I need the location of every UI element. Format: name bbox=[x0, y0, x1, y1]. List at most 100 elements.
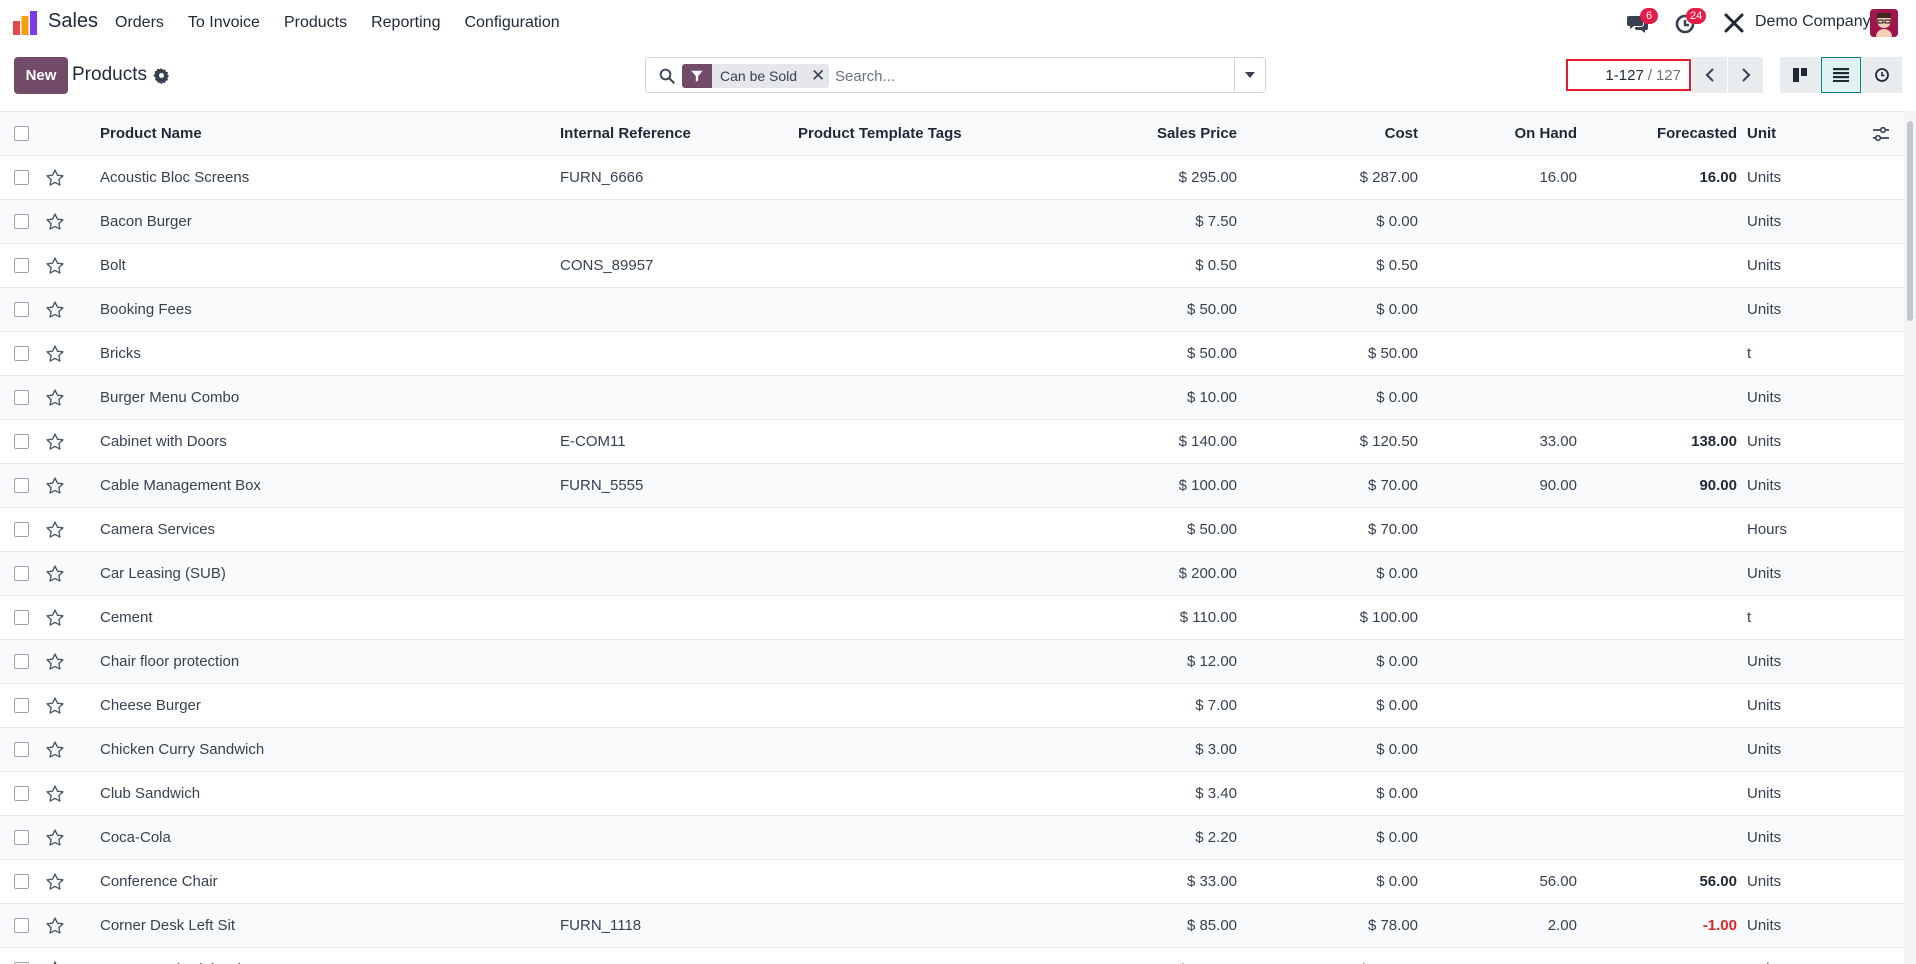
star-icon[interactable] bbox=[45, 300, 65, 320]
sales-price-cell[interactable]: $ 140.00 bbox=[1080, 420, 1237, 464]
cost-cell[interactable]: $ 0.00 bbox=[1260, 772, 1418, 816]
header-unit[interactable]: Unit bbox=[1747, 112, 1776, 156]
star-icon[interactable] bbox=[45, 960, 65, 964]
internal-reference-cell[interactable]: E-COM06 bbox=[560, 948, 627, 964]
cost-cell[interactable]: $ 0.00 bbox=[1260, 376, 1418, 420]
on-hand-cell[interactable]: 0.00 bbox=[1440, 948, 1577, 964]
product-name-cell[interactable]: Camera Services bbox=[100, 508, 215, 552]
unit-cell[interactable]: Units bbox=[1747, 904, 1781, 948]
unit-cell[interactable]: Units bbox=[1747, 156, 1781, 200]
sales-price-cell[interactable]: $ 10.00 bbox=[1080, 376, 1237, 420]
app-name[interactable]: Sales bbox=[48, 10, 98, 33]
select-all-checkbox[interactable] bbox=[14, 126, 29, 141]
menu-orders[interactable]: Orders bbox=[103, 0, 176, 45]
facet-close-icon[interactable]: ✕ bbox=[807, 64, 829, 88]
forecasted-cell[interactable] bbox=[1600, 772, 1737, 816]
internal-reference-cell[interactable]: FURN_5555 bbox=[560, 464, 643, 508]
cost-cell[interactable]: $ 0.00 bbox=[1260, 552, 1418, 596]
menu-to-invoice[interactable]: To Invoice bbox=[176, 0, 272, 45]
row-checkbox[interactable] bbox=[14, 742, 29, 757]
sales-price-cell[interactable]: $ 2.20 bbox=[1080, 816, 1237, 860]
star-icon[interactable] bbox=[45, 168, 65, 188]
row-checkbox[interactable] bbox=[14, 830, 29, 845]
table-row[interactable]: Burger Menu Combo $ 10.00 $ 0.00 Units bbox=[0, 376, 1904, 420]
internal-reference-cell[interactable]: FURN_6666 bbox=[560, 156, 643, 200]
star-icon[interactable] bbox=[45, 520, 65, 540]
on-hand-cell[interactable] bbox=[1440, 816, 1577, 860]
cost-cell[interactable]: $ 100.00 bbox=[1260, 596, 1418, 640]
pager-previous-button[interactable] bbox=[1692, 57, 1727, 93]
row-checkbox[interactable] bbox=[14, 170, 29, 185]
gear-icon[interactable] bbox=[153, 67, 170, 84]
unit-cell[interactable]: t bbox=[1747, 596, 1751, 640]
header-forecasted[interactable]: Forecasted bbox=[1600, 112, 1737, 156]
product-name-cell[interactable]: Bolt bbox=[100, 244, 126, 288]
product-name-cell[interactable]: Car Leasing (SUB) bbox=[100, 552, 226, 596]
table-row[interactable]: Cabinet with Doors E-COM11 $ 140.00 $ 120.5… bbox=[0, 420, 1904, 464]
product-name-cell[interactable]: Chicken Curry Sandwich bbox=[100, 728, 264, 772]
table-row[interactable]: Club Sandwich $ 3.40 $ 0.00 Units bbox=[0, 772, 1904, 816]
header-internal-reference[interactable]: Internal Reference bbox=[560, 112, 691, 156]
forecasted-cell[interactable] bbox=[1600, 552, 1737, 596]
sales-price-cell[interactable]: $ 110.00 bbox=[1080, 596, 1237, 640]
unit-cell[interactable]: Units bbox=[1747, 420, 1781, 464]
pager-range[interactable]: 1-127 bbox=[1605, 67, 1643, 84]
product-name-cell[interactable]: Cable Management Box bbox=[100, 464, 261, 508]
cost-cell[interactable]: $ 0.00 bbox=[1260, 640, 1418, 684]
unit-cell[interactable]: Units bbox=[1747, 376, 1781, 420]
forecasted-cell[interactable] bbox=[1600, 200, 1737, 244]
product-name-cell[interactable]: Cheese Burger bbox=[100, 684, 201, 728]
cost-cell[interactable]: $ 78.00 bbox=[1260, 904, 1418, 948]
table-row[interactable]: Car Leasing (SUB) $ 200.00 $ 0.00 Units bbox=[0, 552, 1904, 596]
on-hand-cell[interactable] bbox=[1440, 596, 1577, 640]
unit-cell[interactable]: Units bbox=[1747, 948, 1781, 964]
product-name-cell[interactable]: Acoustic Bloc Screens bbox=[100, 156, 249, 200]
table-row[interactable]: Corner Desk Left Sit FURN_1118 $ 85.00 $ 78… bbox=[0, 904, 1904, 948]
star-icon[interactable] bbox=[45, 212, 65, 232]
cost-cell[interactable]: $ 0.00 bbox=[1260, 200, 1418, 244]
row-checkbox[interactable] bbox=[14, 214, 29, 229]
forecasted-cell[interactable] bbox=[1600, 728, 1737, 772]
table-row[interactable]: Chair floor protection $ 12.00 $ 0.00 Units bbox=[0, 640, 1904, 684]
pager-value[interactable]: 1-127 / 127 bbox=[1566, 59, 1691, 91]
row-checkbox[interactable] bbox=[14, 434, 29, 449]
product-name-cell[interactable]: Chair floor protection bbox=[100, 640, 239, 684]
on-hand-cell[interactable]: 33.00 bbox=[1440, 420, 1577, 464]
unit-cell[interactable]: Units bbox=[1747, 552, 1781, 596]
row-checkbox[interactable] bbox=[14, 698, 29, 713]
cost-cell[interactable]: $ 287.00 bbox=[1260, 156, 1418, 200]
sales-price-cell[interactable]: $ 3.40 bbox=[1080, 772, 1237, 816]
menu-configuration[interactable]: Configuration bbox=[452, 0, 571, 45]
cost-cell[interactable]: $ 0.50 bbox=[1260, 244, 1418, 288]
star-icon[interactable] bbox=[45, 344, 65, 364]
sales-price-cell[interactable]: $ 295.00 bbox=[1080, 156, 1237, 200]
row-checkbox[interactable] bbox=[14, 874, 29, 889]
star-icon[interactable] bbox=[45, 828, 65, 848]
table-row[interactable]: Booking Fees $ 50.00 $ 0.00 Units bbox=[0, 288, 1904, 332]
table-row[interactable]: Bacon Burger $ 7.50 $ 0.00 Units bbox=[0, 200, 1904, 244]
menu-reporting[interactable]: Reporting bbox=[359, 0, 452, 45]
forecasted-cell[interactable]: 56.00 bbox=[1600, 860, 1737, 904]
unit-cell[interactable]: Units bbox=[1747, 288, 1781, 332]
cost-cell[interactable]: $ 0.00 bbox=[1260, 728, 1418, 772]
page-title[interactable]: Products bbox=[72, 64, 147, 86]
table-row[interactable]: Bricks $ 50.00 $ 50.00 t bbox=[0, 332, 1904, 376]
product-name-cell[interactable]: Booking Fees bbox=[100, 288, 192, 332]
forecasted-cell[interactable]: 138.00 bbox=[1600, 420, 1737, 464]
on-hand-cell[interactable] bbox=[1440, 332, 1577, 376]
star-icon[interactable] bbox=[45, 740, 65, 760]
header-sales-price[interactable]: Sales Price bbox=[1080, 112, 1237, 156]
user-avatar[interactable] bbox=[1870, 9, 1898, 37]
product-name-cell[interactable]: Cement bbox=[100, 596, 153, 640]
product-name-cell[interactable]: Bricks bbox=[100, 332, 141, 376]
forecasted-cell[interactable]: -1.00 bbox=[1600, 904, 1737, 948]
star-icon[interactable] bbox=[45, 608, 65, 628]
unit-cell[interactable]: Units bbox=[1747, 772, 1781, 816]
star-icon[interactable] bbox=[45, 872, 65, 892]
unit-cell[interactable]: Units bbox=[1747, 244, 1781, 288]
on-hand-cell[interactable] bbox=[1440, 640, 1577, 684]
on-hand-cell[interactable] bbox=[1440, 376, 1577, 420]
new-button[interactable]: New bbox=[14, 57, 68, 94]
star-icon[interactable] bbox=[45, 388, 65, 408]
cost-cell[interactable]: $ 70.00 bbox=[1260, 508, 1418, 552]
